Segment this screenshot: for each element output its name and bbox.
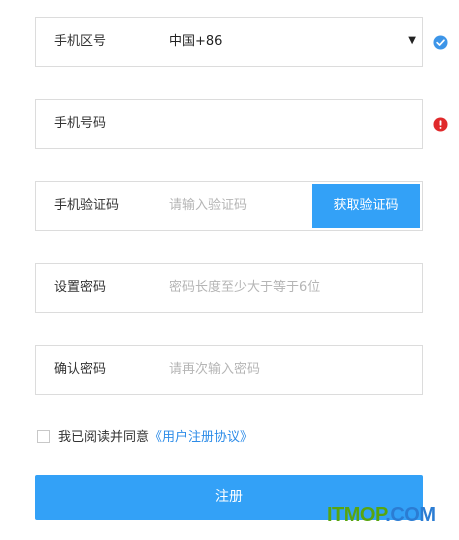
confirm-password-input[interactable] <box>169 346 409 394</box>
phone-region-value: 中国+86 <box>169 34 223 49</box>
phone-number-label: 手机号码 <box>54 116 107 131</box>
caret-down-icon[interactable]: ▼ <box>408 18 416 66</box>
check-circle-icon <box>433 35 448 50</box>
agreement-line: 我已阅读并同意《用户注册协议》 <box>37 429 253 447</box>
password-row: 设置密码 <box>35 263 423 313</box>
watermark-part1: ITMOP <box>327 504 386 526</box>
sms-code-label: 手机验证码 <box>54 198 120 213</box>
confirm-password-row: 确认密码 <box>35 345 423 395</box>
phone-region-row: 手机区号 中国+86 ▼ <box>35 17 423 67</box>
get-sms-code-button[interactable]: 获取验证码 <box>312 184 420 228</box>
phone-number-row: 手机号码 <box>35 99 423 149</box>
phone-region-select[interactable]: 中国+86 <box>169 18 409 66</box>
confirm-password-label: 确认密码 <box>54 362 107 377</box>
password-input[interactable] <box>169 264 409 312</box>
agreement-link[interactable]: 《用户注册协议》 <box>149 430 253 445</box>
phone-region-label: 手机区号 <box>54 34 107 49</box>
registration-page: 手机区号 中国+86 ▼ 手机号码 手机验证码 获取验证码 设置密码 确认密码 … <box>0 0 459 540</box>
watermark-logo: ITMOP.COM <box>327 502 436 528</box>
agreement-checkbox[interactable] <box>37 430 50 443</box>
watermark-part2: .COM <box>385 504 436 526</box>
phone-number-input[interactable] <box>169 100 409 148</box>
password-label: 设置密码 <box>54 280 107 295</box>
exclamation-circle-icon <box>433 117 448 132</box>
sms-code-row: 手机验证码 获取验证码 <box>35 181 423 231</box>
agreement-text: 我已阅读并同意 <box>58 430 150 445</box>
